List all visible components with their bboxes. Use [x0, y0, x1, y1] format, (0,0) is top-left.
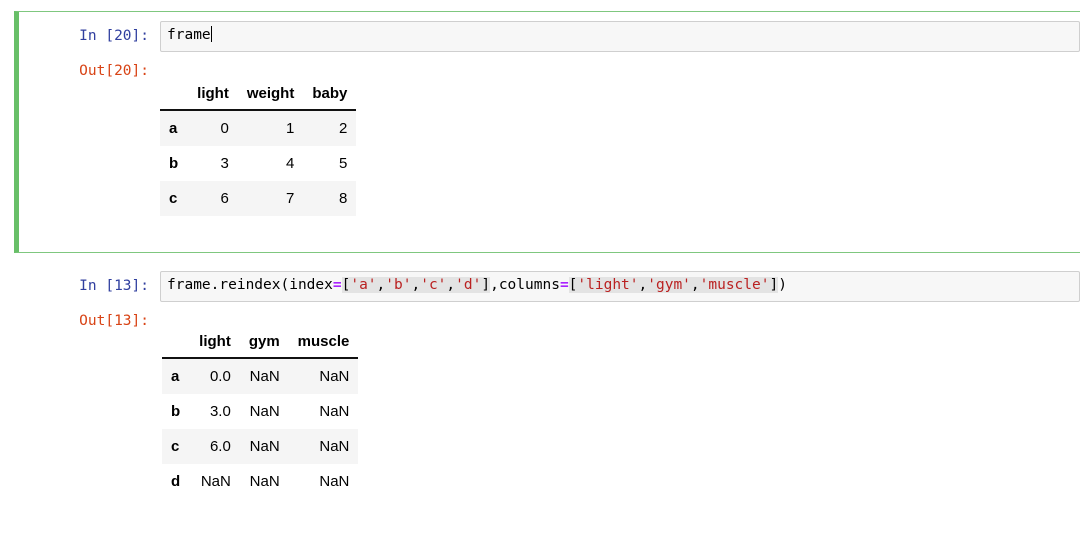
- code-token: ): [778, 277, 787, 293]
- table-row: c 6 7 8: [160, 181, 357, 216]
- code-token: ,: [411, 277, 421, 293]
- column-header: light: [190, 330, 240, 359]
- code-token: ,: [690, 277, 700, 293]
- code-text-cell-1: frame: [167, 26, 1073, 45]
- dataframe-output-1: light weight baby a 0 1 2 b 3 4 5 c 6 7 …: [160, 82, 357, 216]
- table-header-row: light gym muscle: [162, 330, 359, 359]
- input-prompt-2: In [13]:: [79, 278, 149, 294]
- table-row: b 3 4 5: [160, 146, 357, 181]
- text-caret: [210, 26, 212, 42]
- column-header: weight: [237, 82, 304, 111]
- code-token-string: 'c': [420, 277, 447, 293]
- code-token: ,: [638, 277, 648, 293]
- table-cell: 3: [188, 146, 238, 181]
- table-header-row: light weight baby: [160, 82, 357, 111]
- table-cell: 4: [237, 146, 304, 181]
- table-cell: 6.0: [190, 429, 240, 464]
- table-cell: NaN: [190, 464, 240, 499]
- dataframe-output-2: light gym muscle a 0.0 NaN NaN b 3.0 NaN…: [162, 330, 359, 499]
- dataframe-table-1: light weight baby a 0 1 2 b 3 4 5 c 6 7 …: [160, 82, 357, 216]
- column-header: light: [188, 82, 238, 111]
- dataframe-body-1: a 0 1 2 b 3 4 5 c 6 7 8: [160, 110, 357, 216]
- code-token: ]: [769, 277, 779, 293]
- column-header: gym: [239, 330, 289, 359]
- code-token-operator: =: [332, 277, 342, 293]
- table-row: a 0 1 2: [160, 110, 357, 146]
- table-cell: NaN: [239, 429, 289, 464]
- table-cell: NaN: [288, 394, 359, 429]
- table-cell: 0.0: [190, 358, 240, 394]
- code-token: ]: [481, 277, 491, 293]
- table-cell: 2: [303, 110, 357, 146]
- code-token: frame.reindex(index: [167, 277, 333, 293]
- code-token: ,columns: [490, 277, 560, 293]
- code-token: ,: [376, 277, 386, 293]
- dataframe-head-1: light weight baby: [160, 82, 357, 111]
- table-row: d NaN NaN NaN: [162, 464, 359, 499]
- code-token: ,: [446, 277, 456, 293]
- table-cell: NaN: [288, 464, 359, 499]
- index-header-2: [162, 330, 191, 359]
- table-cell: NaN: [239, 464, 289, 499]
- row-index-label: a: [160, 110, 189, 146]
- row-index-label: a: [162, 358, 191, 394]
- code-token-string: 'muscle': [699, 277, 770, 293]
- dataframe-head-2: light gym muscle: [162, 330, 359, 359]
- code-token-string: 'd': [455, 277, 482, 293]
- table-row: a 0.0 NaN NaN: [162, 358, 359, 394]
- column-header: baby: [303, 82, 357, 111]
- index-header-1: [160, 82, 189, 111]
- table-cell: 6: [188, 181, 238, 216]
- code-token-string: 'gym': [647, 277, 691, 293]
- code-source-1: frame: [167, 27, 211, 43]
- row-index-label: c: [162, 429, 191, 464]
- table-cell: 7: [237, 181, 304, 216]
- table-cell: 3.0: [190, 394, 240, 429]
- table-cell: 1: [237, 110, 304, 146]
- code-input-cell-2[interactable]: frame.reindex(index=['a','b','c','d'],co…: [160, 271, 1080, 302]
- code-text-cell-2: frame.reindex(index=['a','b','c','d'],co…: [167, 276, 1073, 295]
- table-row: b 3.0 NaN NaN: [162, 394, 359, 429]
- row-index-label: c: [160, 181, 189, 216]
- table-cell: NaN: [288, 358, 359, 394]
- table-cell: 5: [303, 146, 357, 181]
- output-prompt-2: Out[13]:: [79, 313, 149, 329]
- table-cell: 0: [188, 110, 238, 146]
- row-index-label: b: [162, 394, 191, 429]
- table-cell: 8: [303, 181, 357, 216]
- code-token-string: 'a': [350, 277, 377, 293]
- input-prompt-1: In [20]:: [79, 28, 149, 44]
- code-token-string: 'light': [577, 277, 639, 293]
- table-cell: NaN: [288, 429, 359, 464]
- dataframe-table-2: light gym muscle a 0.0 NaN NaN b 3.0 NaN…: [162, 330, 359, 499]
- column-header: muscle: [288, 330, 359, 359]
- dataframe-body-2: a 0.0 NaN NaN b 3.0 NaN NaN c 6.0 NaN Na…: [162, 358, 359, 499]
- code-input-cell-1[interactable]: frame: [160, 21, 1080, 52]
- code-token-string: 'b': [385, 277, 412, 293]
- notebook-root: In [20]: frame Out[20]: light weight bab…: [0, 0, 1080, 542]
- table-cell: NaN: [239, 394, 289, 429]
- row-index-label: b: [160, 146, 189, 181]
- row-index-label: d: [162, 464, 191, 499]
- table-cell: NaN: [239, 358, 289, 394]
- output-prompt-1: Out[20]:: [79, 63, 149, 79]
- code-token-operator: =: [559, 277, 569, 293]
- table-row: c 6.0 NaN NaN: [162, 429, 359, 464]
